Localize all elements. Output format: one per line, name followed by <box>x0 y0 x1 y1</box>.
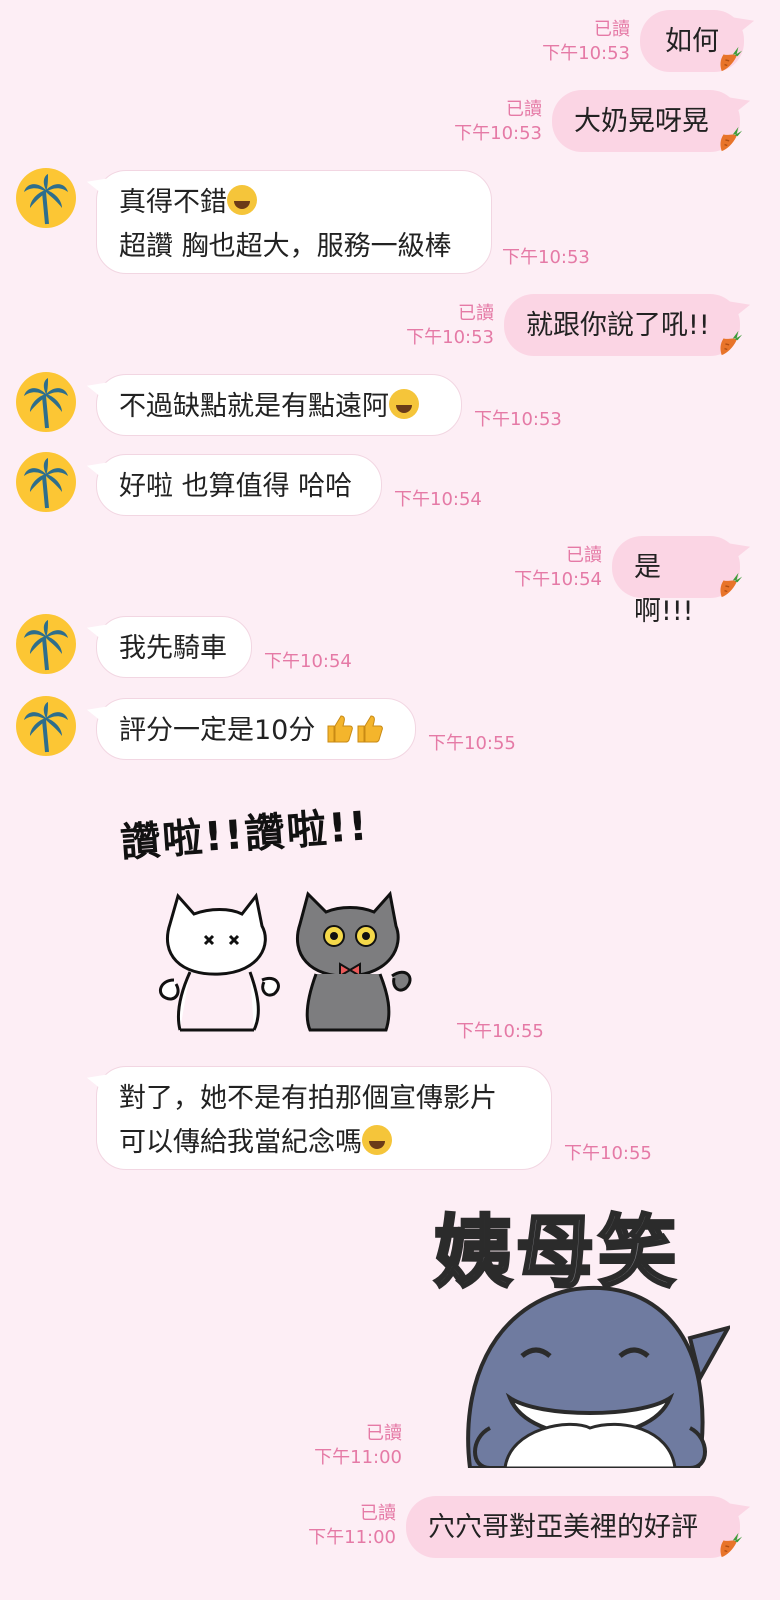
message-text: 我先騎車 <box>119 633 227 664</box>
sticker-caption: 讚啦!!讚啦!! <box>118 803 371 867</box>
avatar[interactable] <box>16 168 76 228</box>
white-cat-icon <box>158 892 280 1032</box>
palm-tree-icon <box>22 618 70 672</box>
incoming-message[interactable]: 我先騎車 <box>96 616 252 678</box>
carrot-icon <box>719 46 743 72</box>
outgoing-message[interactable]: 就跟你說了吼!! <box>504 294 740 356</box>
palm-tree-icon <box>22 456 70 510</box>
message-time: 下午10:53 <box>474 409 562 430</box>
avatar[interactable] <box>16 452 76 512</box>
gray-cat-icon <box>295 890 412 1032</box>
palm-tree-icon <box>22 172 70 226</box>
message-text: 穴穴哥對亞美裡的好評 <box>428 1512 698 1543</box>
outgoing-message[interactable]: 穴穴哥對亞美裡的好評 <box>406 1496 740 1558</box>
thumbs-up-emoji <box>327 715 353 743</box>
message-text: 真得不錯 <box>119 187 227 218</box>
carrot-icon <box>719 572 743 598</box>
carrot-icon <box>719 1532 743 1558</box>
outgoing-message[interactable]: 大奶晃呀晃 <box>552 90 740 152</box>
tears-of-joy-emoji <box>227 185 257 215</box>
message-text: 不過缺點就是有點遠阿 <box>119 391 389 422</box>
message-time: 下午11:00 <box>314 1447 402 1468</box>
read-receipt: 已讀 <box>566 545 602 566</box>
message-time: 下午10:53 <box>454 123 542 144</box>
sticker-cats[interactable]: 讚啦!!讚啦!! <box>110 800 430 1040</box>
shark-icon <box>466 1285 730 1468</box>
incoming-message[interactable]: 真得不錯 超讚 胸也超大，服務一級棒 <box>96 170 492 274</box>
message-text: 評分一定是10分 <box>119 715 316 746</box>
thumbs-up-emoji <box>357 715 383 743</box>
palm-tree-icon <box>22 700 70 754</box>
message-time: 下午10:55 <box>564 1143 652 1164</box>
incoming-message[interactable]: 對了，她不是有拍那個宣傳影片 可以傳給我當紀念嗎 <box>96 1066 552 1170</box>
read-receipt: 已讀 <box>360 1503 396 1524</box>
message-text: 好啦 也算值得 哈哈 <box>119 471 353 502</box>
message-text: 就跟你說了吼!! <box>526 310 710 341</box>
message-time: 下午10:53 <box>542 43 630 64</box>
message-time: 下午10:53 <box>406 327 494 348</box>
carrot-icon <box>719 330 743 356</box>
tears-of-joy-emoji <box>362 1125 392 1155</box>
message-time: 下午10:54 <box>264 651 352 672</box>
palm-tree-icon <box>22 376 70 430</box>
message-text: 超讚 胸也超大，服務一級棒 <box>119 231 452 262</box>
message-time: 下午10:55 <box>428 733 516 754</box>
rolling-laughing-emoji <box>389 389 419 419</box>
avatar[interactable] <box>16 696 76 756</box>
message-time: 下午10:53 <box>502 247 590 268</box>
read-receipt: 已讀 <box>594 19 630 40</box>
sticker-shark[interactable]: 姨母笑 <box>430 1190 740 1474</box>
message-time: 下午11:00 <box>308 1527 396 1548</box>
read-receipt: 已讀 <box>506 99 542 120</box>
message-text: 大奶晃呀晃 <box>574 106 709 137</box>
message-text: 如何 <box>665 26 719 57</box>
read-receipt: 已讀 <box>458 303 494 324</box>
message-text: 是啊!!! <box>634 552 694 627</box>
avatar[interactable] <box>16 614 76 674</box>
message-text: 對了，她不是有拍那個宣傳影片 <box>119 1083 497 1114</box>
incoming-message[interactable]: 好啦 也算值得 哈哈 <box>96 454 382 516</box>
message-time: 下午10:54 <box>514 569 602 590</box>
message-time: 下午10:54 <box>394 489 482 510</box>
avatar[interactable] <box>16 372 76 432</box>
incoming-message[interactable]: 不過缺點就是有點遠阿 <box>96 374 462 436</box>
message-text: 可以傳給我當紀念嗎 <box>119 1127 362 1158</box>
incoming-message[interactable]: 評分一定是10分 <box>96 698 416 760</box>
read-receipt: 已讀 <box>366 1423 402 1444</box>
message-time: 下午10:55 <box>456 1021 544 1042</box>
carrot-icon <box>719 126 743 152</box>
